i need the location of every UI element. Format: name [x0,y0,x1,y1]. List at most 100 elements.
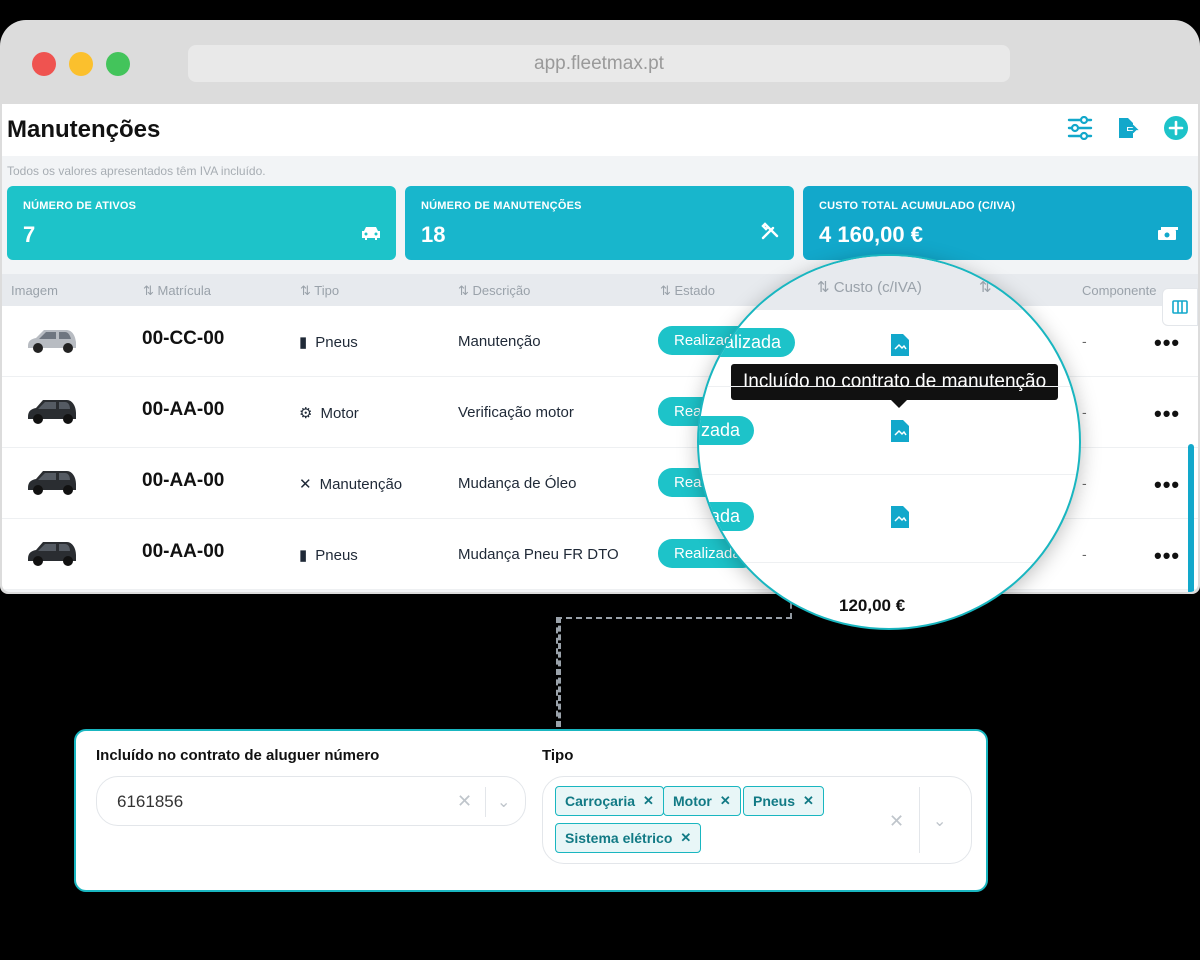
columns-toggle-button[interactable] [1162,288,1198,326]
row-divider [699,562,1079,563]
chevron-down-icon[interactable]: ⌄ [933,811,946,831]
col-header-image: Imagem [11,283,58,298]
filter-sliders-icon[interactable] [1066,114,1094,142]
type-chip[interactable]: Sistema elétrico ✕ [555,823,702,853]
plate: 00-CC-00 [142,328,225,349]
remove-chip-icon[interactable]: ✕ [803,793,814,809]
card-label: CUSTO TOTAL ACUMULADO (C/IVA) [819,200,1016,212]
status-badge: Realizada [699,328,796,357]
car-image [22,533,82,573]
contract-number-input[interactable]: 6161856 ✕ ⌄ [96,776,526,826]
page-title: Manutenções [7,116,161,143]
type-cell: ⚙ Motor [299,404,359,423]
top-actions [1066,114,1190,142]
remove-chip-icon[interactable]: ✕ [720,793,731,809]
contract-document-icon[interactable] [891,334,909,361]
description: Verificação motor [458,404,574,421]
description: Manutenção [458,333,541,350]
plate: 00-AA-00 [142,470,225,491]
contract-document-icon[interactable] [891,506,909,533]
close-window-button[interactable] [32,52,56,76]
card-value: 4 160,00 € [819,222,923,247]
chip-label: Motor [673,793,712,809]
card-value: 7 [23,222,36,247]
summary-cards: NÚMERO DE ATIVOS 7 NÚMERO DE MANUTENÇÕES… [2,186,1198,260]
type-label: Tipo [542,747,574,764]
type-chip[interactable]: Pneus ✕ [743,786,824,816]
col-label: Matrícula [157,283,211,298]
more-actions-icon[interactable]: ••• [1154,543,1180,569]
remove-chip-icon[interactable]: ✕ [680,830,691,846]
type-label: Pneus [315,546,358,564]
money-icon [1158,227,1178,246]
car-image [22,320,82,360]
col-header-description[interactable]: ⇅ Descrição [458,283,530,299]
type-cell: ✕ Manutenção [299,475,403,494]
component: - [1082,475,1087,491]
tooltip: Incluído no contrato de manutenção [731,364,1059,408]
window-controls [32,52,130,76]
col-header-component[interactable]: Componente [1082,283,1156,298]
col-header-cost: ⇅ Custo (c/IVA) [817,279,922,296]
connector-line [556,617,561,727]
type-label: Manutenção [319,475,403,493]
card-assets: NÚMERO DE ATIVOS 7 [7,186,396,260]
clear-icon[interactable]: ✕ [457,791,472,812]
plate: 00-AA-00 [142,399,225,420]
car-image [22,462,82,502]
type-cell: ▮ Pneus [299,333,358,352]
clear-icon[interactable]: ✕ [889,811,904,832]
more-actions-icon[interactable]: ••• [1154,330,1180,356]
tools-icon [760,221,780,246]
col-label: Descrição [472,283,531,298]
more-actions-icon[interactable]: ••• [1154,472,1180,498]
card-label: NÚMERO DE MANUTENÇÕES [421,200,582,212]
type-chip[interactable]: Motor ✕ [663,786,741,816]
divider [919,787,920,853]
component: - [1082,546,1087,562]
card-maintenances: NÚMERO DE MANUTENÇÕES 18 [405,186,794,260]
component: - [1082,404,1087,420]
engine-icon: ⚙ [299,405,313,422]
tire-icon: ▮ [299,334,308,351]
scrollbar[interactable] [1188,444,1194,592]
address-bar[interactable]: app.fleetmax.pt [188,45,1010,82]
row-divider [699,474,1079,475]
magnifier-header: ⇅ Custo (c/IVA) ⇅ [699,256,1079,310]
contract-label: Incluído no contrato de aluguer número [96,747,380,764]
car-image [22,391,82,431]
input-value: 6161856 [117,792,184,811]
type-label: Pneus [315,333,358,351]
vat-note: Todos os valores apresentados têm IVA in… [7,164,266,178]
contract-document-icon[interactable] [891,420,909,447]
status-badge: zada [699,416,755,445]
row-divider [699,386,1079,387]
maximize-window-button[interactable] [106,52,130,76]
tire-icon: ▮ [299,547,308,564]
col-header-type[interactable]: ⇅ Tipo [300,283,339,299]
cost-value: 120,00 € [839,596,906,615]
chip-label: Pneus [753,793,796,809]
type-multiselect[interactable]: Carroçaria ✕ Motor ✕ Pneus ✕ Sistema elétri… [542,776,972,864]
export-icon[interactable] [1114,114,1142,142]
filter-panel: Incluído no contrato de aluguer número T… [74,729,988,892]
add-icon[interactable] [1162,114,1190,142]
more-actions-icon[interactable]: ••• [1154,401,1180,427]
col-label: Custo (c/IVA) [833,279,922,296]
type-chip[interactable]: Carroçaria ✕ [555,786,664,816]
chevron-down-icon[interactable]: ⌄ [497,792,510,812]
col-header-plate[interactable]: ⇅ Matrícula [143,283,211,299]
chip-label: Sistema elétrico [565,830,673,846]
status-text: Realizada [701,332,782,352]
card-total-cost: CUSTO TOTAL ACUMULADO (C/IVA) 4 160,00 € [803,186,1192,260]
topbar: Manutenções [2,104,1198,156]
remove-chip-icon[interactable]: ✕ [643,793,654,809]
type-label: Motor [320,404,359,422]
car-icon [360,225,382,246]
col-label: Tipo [314,283,340,298]
component: - [1082,333,1087,349]
minimize-window-button[interactable] [69,52,93,76]
divider [485,787,486,817]
col-header-origin: ⇅ [979,279,992,296]
card-value: 18 [421,222,446,247]
